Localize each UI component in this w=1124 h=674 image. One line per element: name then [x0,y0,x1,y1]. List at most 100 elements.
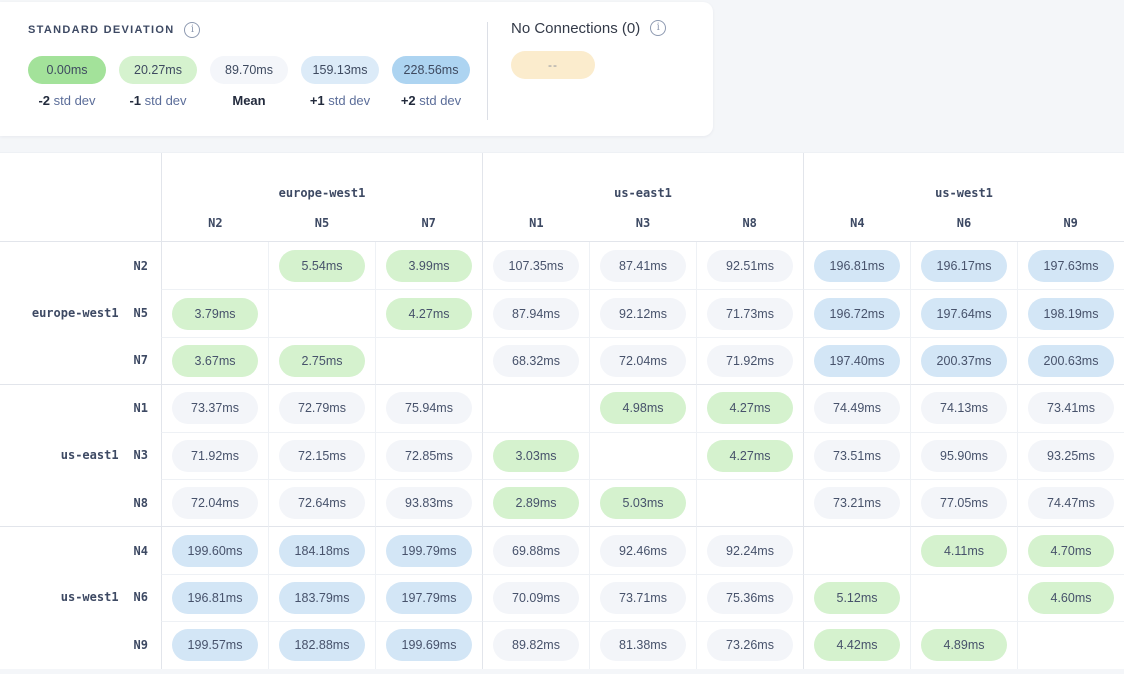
latency-pill[interactable]: 87.94ms [493,298,579,330]
latency-pill[interactable]: 183.79ms [279,582,365,614]
latency-pill[interactable]: 2.75ms [279,345,365,377]
latency-pill[interactable]: 87.41ms [600,250,686,282]
latency-pill[interactable]: 3.03ms [493,440,579,472]
latency-pill[interactable]: 4.70ms [1028,535,1114,567]
latency-pill[interactable]: 196.81ms [814,250,900,282]
column-node-cell: N6 [911,216,1018,230]
latency-pill[interactable]: 72.04ms [172,487,258,519]
latency-pill[interactable]: 5.54ms [279,250,365,282]
latency-pill[interactable]: 72.79ms [279,392,365,424]
latency-pill[interactable]: 4.60ms [1028,582,1114,614]
latency-pill[interactable]: 69.88ms [493,535,579,567]
latency-cell: 3.03ms [482,432,589,479]
latency-pill[interactable]: 93.83ms [386,487,472,519]
latency-pill[interactable]: 75.36ms [707,582,793,614]
column-node-label: N7 [421,216,435,230]
latency-pill[interactable]: 4.27ms [386,298,472,330]
row-label-cell: europe-west1N5 [0,289,161,336]
latency-pill[interactable]: 4.98ms [600,392,686,424]
latency-pill[interactable]: 4.27ms [707,440,793,472]
latency-pill[interactable]: 107.35ms [493,250,579,282]
latency-pill[interactable]: 71.92ms [172,440,258,472]
latency-pill[interactable]: 196.72ms [814,298,900,330]
latency-cell: 5.03ms [589,479,696,526]
latency-cell: 197.63ms [1017,242,1124,289]
latency-pill[interactable]: 199.69ms [386,629,472,661]
latency-pill[interactable]: 72.64ms [279,487,365,519]
latency-pill[interactable]: 197.79ms [386,582,472,614]
latency-pill[interactable]: 4.42ms [814,629,900,661]
latency-pill[interactable]: 196.17ms [921,250,1007,282]
latency-pill[interactable]: 93.25ms [1028,440,1114,472]
latency-pill[interactable]: 200.63ms [1028,345,1114,377]
latency-cell: 5.54ms [268,242,375,289]
latency-pill[interactable]: 92.46ms [600,535,686,567]
latency-pill[interactable]: 72.04ms [600,345,686,377]
latency-pill[interactable]: 200.37ms [921,345,1007,377]
latency-cell: 184.18ms [268,526,375,573]
latency-cell: 4.89ms [910,621,1017,668]
latency-pill[interactable]: 4.27ms [707,392,793,424]
latency-cell: 196.81ms [161,574,268,621]
latency-pill[interactable]: 81.38ms [600,629,686,661]
column-group-header: us-east1N1N3N8 [482,153,803,242]
latency-pill[interactable]: 75.94ms [386,392,472,424]
latency-pill[interactable]: 74.49ms [814,392,900,424]
latency-pill[interactable]: 199.57ms [172,629,258,661]
column-region-label: us-east1 [614,186,672,200]
latency-pill[interactable]: 197.64ms [921,298,1007,330]
latency-pill[interactable]: 199.60ms [172,535,258,567]
latency-pill[interactable]: 73.37ms [172,392,258,424]
latency-pill[interactable]: 197.40ms [814,345,900,377]
latency-pill[interactable]: 89.82ms [493,629,579,661]
latency-pill[interactable]: 3.67ms [172,345,258,377]
latency-cell [696,479,803,526]
latency-pill[interactable]: 92.12ms [600,298,686,330]
info-icon[interactable]: i [650,20,666,36]
latency-pill[interactable]: 4.11ms [921,535,1007,567]
latency-pill[interactable]: 73.26ms [707,629,793,661]
latency-pill[interactable]: 92.24ms [707,535,793,567]
latency-pill[interactable]: 73.21ms [814,487,900,519]
latency-pill[interactable]: 92.51ms [707,250,793,282]
latency-cell: 4.60ms [1017,574,1124,621]
latency-pill[interactable]: 74.13ms [921,392,1007,424]
latency-cell: 107.35ms [482,242,589,289]
legend-stop-label-bold: -2 [38,93,50,108]
latency-pill[interactable]: 5.12ms [814,582,900,614]
latency-pill[interactable]: 5.03ms [600,487,686,519]
latency-cell: 71.92ms [696,337,803,384]
latency-pill[interactable]: 199.79ms [386,535,472,567]
latency-pill[interactable]: 77.05ms [921,487,1007,519]
column-node-label: N5 [315,216,329,230]
legend-stop: 89.70msMean [210,56,288,108]
latency-pill[interactable]: 71.92ms [707,345,793,377]
latency-pill[interactable]: 2.89ms [493,487,579,519]
latency-pill[interactable]: 72.85ms [386,440,472,472]
latency-cell: 4.27ms [696,384,803,431]
latency-cell: 77.05ms [910,479,1017,526]
latency-pill[interactable]: 182.88ms [279,629,365,661]
latency-pill[interactable]: 184.18ms [279,535,365,567]
latency-pill[interactable]: 198.19ms [1028,298,1114,330]
latency-pill[interactable]: 68.32ms [493,345,579,377]
latency-pill[interactable]: 95.90ms [921,440,1007,472]
latency-pill[interactable]: 196.81ms [172,582,258,614]
latency-pill[interactable]: 3.79ms [172,298,258,330]
legend-stop: 228.56ms+2 std dev [392,56,470,108]
latency-pill[interactable]: 70.09ms [493,582,579,614]
latency-pill[interactable]: 3.99ms [386,250,472,282]
latency-pill[interactable]: 4.89ms [921,629,1007,661]
latency-pill[interactable]: 73.71ms [600,582,686,614]
latency-pill[interactable]: 72.15ms [279,440,365,472]
latency-pill[interactable]: 71.73ms [707,298,793,330]
info-icon[interactable]: i [184,22,200,38]
latency-pill[interactable]: 74.47ms [1028,487,1114,519]
legend-pill: 0.00ms [28,56,106,84]
latency-cell: 197.64ms [910,289,1017,336]
latency-cell: 92.12ms [589,289,696,336]
latency-pill[interactable]: 73.41ms [1028,392,1114,424]
latency-pill[interactable]: 73.51ms [814,440,900,472]
latency-pill[interactable]: 197.63ms [1028,250,1114,282]
latency-cell: 200.37ms [910,337,1017,384]
